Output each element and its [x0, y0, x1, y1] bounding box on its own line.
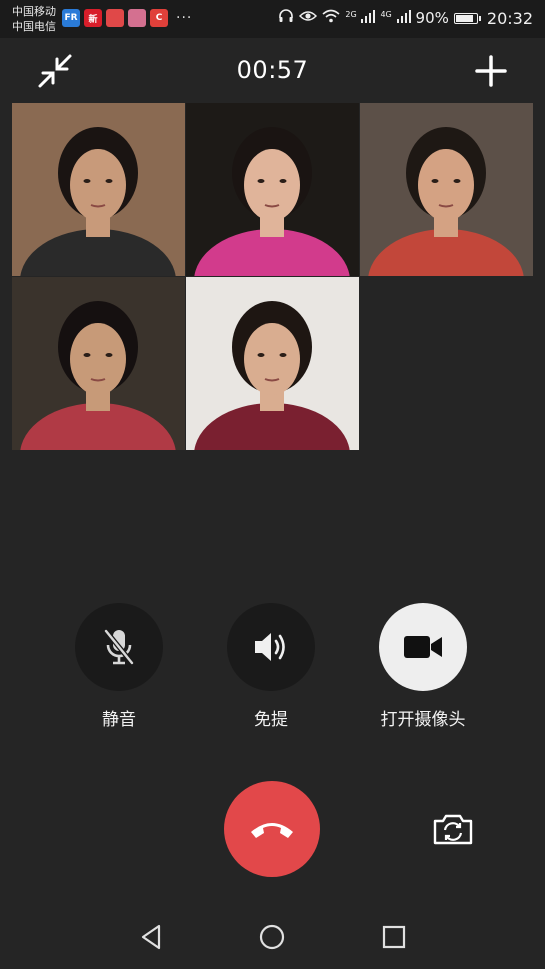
status-bar: 中国移动 中国电信 FR 新 C ··· 2G 4G 90% 20:32 [0, 0, 545, 38]
navigation-bar [0, 905, 545, 969]
participant-video-frame [20, 127, 176, 276]
battery-percent: 90% [415, 9, 449, 27]
gallery-app-icon [128, 9, 146, 27]
participant-video-frame [20, 301, 176, 450]
hangup-button[interactable] [224, 781, 320, 877]
wifi-icon [322, 9, 340, 27]
mute-control: 静音 [59, 603, 179, 730]
camera-app-icon: C [150, 9, 168, 27]
participant-video-frame [368, 127, 524, 276]
phone-hangup-icon [251, 823, 293, 838]
participant-video-tile[interactable] [12, 103, 185, 276]
participant-video-frame [194, 301, 350, 450]
headphones-icon [278, 8, 294, 28]
participant-video-tile[interactable] [12, 277, 185, 450]
camera-button[interactable] [379, 603, 467, 691]
carrier-1: 中国移动 [12, 5, 56, 18]
speaker-icon [255, 633, 285, 661]
net-4g-label: 4G [380, 10, 392, 19]
nav-home-icon [259, 924, 285, 950]
eye-icon [299, 9, 318, 27]
microphone-off-icon [104, 629, 134, 665]
carrier-2: 中国电信 [12, 20, 56, 33]
participant-video-tile[interactable] [186, 277, 359, 450]
participant-video-tile[interactable] [360, 103, 533, 276]
nav-back-icon [141, 924, 161, 950]
camera-control: 打开摄像头 [363, 603, 483, 730]
nav-home-button[interactable] [258, 923, 286, 951]
nav-recents-icon [382, 925, 406, 949]
speaker-label: 免提 [254, 710, 288, 730]
participant-video-tile[interactable] [186, 103, 359, 276]
battery-icon [453, 12, 481, 24]
map-app-icon [106, 9, 124, 27]
participant-video-frame [194, 127, 350, 276]
mute-button[interactable] [75, 603, 163, 691]
nav-back-button[interactable] [138, 923, 166, 951]
camera-label: 打开摄像头 [380, 710, 466, 730]
speaker-control: 免提 [211, 603, 331, 730]
mute-label: 静音 [102, 710, 136, 730]
clock: 20:32 [486, 8, 533, 28]
signal-2g-icon: 2G [345, 9, 376, 27]
call-header: 00:57 [0, 38, 545, 102]
camera-switch-icon [433, 814, 473, 845]
add-participant-button[interactable] [473, 53, 509, 89]
fr-app-icon: FR [62, 9, 80, 27]
signal-4g-icon: 4G [380, 9, 411, 27]
more-notifications-icon: ··· [176, 10, 193, 26]
nav-recents-button[interactable] [380, 923, 408, 951]
video-camera-icon [404, 636, 442, 658]
speaker-button[interactable] [227, 603, 315, 691]
notification-icons: FR 新 C ··· [62, 9, 192, 27]
news-app-icon: 新 [84, 9, 102, 27]
switch-camera-button[interactable] [432, 812, 474, 846]
call-duration: 00:57 [236, 56, 309, 84]
plus-icon [475, 55, 507, 87]
carrier-info: 中国移动 中国电信 [12, 4, 56, 34]
system-icons: 2G 4G 90% 20:32 [278, 8, 533, 28]
net-2g-label: 2G [345, 10, 357, 19]
